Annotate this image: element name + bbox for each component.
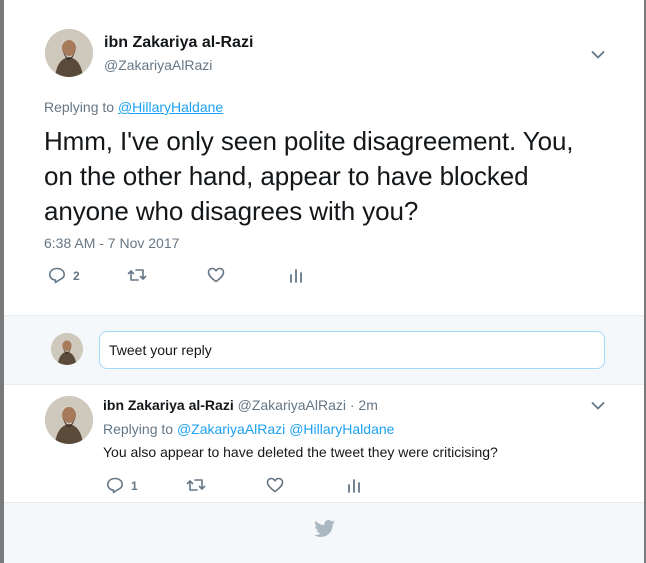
reply-author-avatar[interactable]	[45, 396, 93, 444]
reply-author-name[interactable]: ibn Zakariya al-Razi	[103, 397, 234, 413]
chevron-down-icon[interactable]	[591, 401, 605, 411]
chevron-down-icon[interactable]	[591, 50, 605, 60]
analytics-button[interactable]	[289, 267, 303, 283]
twitter-bird-icon	[314, 520, 336, 538]
reply-time[interactable]: 2m	[358, 397, 377, 413]
author-avatar[interactable]	[45, 29, 93, 77]
composer-avatar	[51, 333, 83, 365]
reply-separator: ·	[349, 397, 355, 413]
like-button[interactable]	[207, 267, 225, 283]
replying-to-label: Replying to	[44, 99, 115, 115]
reply-replying-to-label: Replying to	[103, 421, 174, 437]
retweet-button[interactable]	[186, 478, 206, 492]
retweet-icon	[127, 268, 147, 282]
tweet-timestamp[interactable]: 6:38 AM - 7 Nov 2017	[44, 235, 179, 251]
heart-icon	[207, 267, 225, 283]
reply-count: 2	[73, 268, 80, 283]
reply-replying-to-link[interactable]: @ZakariyaAlRazi	[177, 421, 285, 437]
reply-header: ibn Zakariya al-Razi @ZakariyaAlRazi · 2…	[103, 397, 378, 413]
replying-to-line: Replying to @HillaryHaldane	[44, 99, 223, 115]
reply-icon	[106, 477, 124, 494]
reply-count: 1	[131, 478, 138, 493]
author-handle[interactable]: @ZakariyaAlRazi	[104, 57, 212, 73]
like-button[interactable]	[266, 477, 284, 493]
reply-button[interactable]: 1	[106, 477, 138, 494]
reply-icon	[48, 267, 66, 284]
tweet-detail-card: ibn Zakariya al-Razi @ZakariyaAlRazi Rep…	[4, 0, 644, 563]
reply-button[interactable]: 2	[48, 267, 80, 284]
heart-icon	[266, 477, 284, 493]
author-name[interactable]: ibn Zakariya al-Razi	[104, 34, 253, 52]
divider	[4, 384, 644, 385]
retweet-button[interactable]	[127, 268, 147, 282]
tweet-text: Hmm, I've only seen polite disagreement.…	[44, 126, 574, 226]
reply-text: You also appear to have deleted the twee…	[103, 444, 498, 460]
reply-replying-to-link[interactable]: @HillaryHaldane	[289, 421, 394, 437]
reply-input[interactable]: Tweet your reply	[99, 331, 605, 369]
analytics-icon	[289, 267, 303, 283]
reply-author-handle[interactable]: @ZakariyaAlRazi	[238, 397, 346, 413]
retweet-icon	[186, 478, 206, 492]
replying-to-link[interactable]: @HillaryHaldane	[118, 99, 223, 115]
analytics-button[interactable]	[347, 477, 361, 493]
reply-replying-to-line: Replying to @ZakariyaAlRazi @HillaryHald…	[103, 421, 394, 437]
analytics-icon	[347, 477, 361, 493]
